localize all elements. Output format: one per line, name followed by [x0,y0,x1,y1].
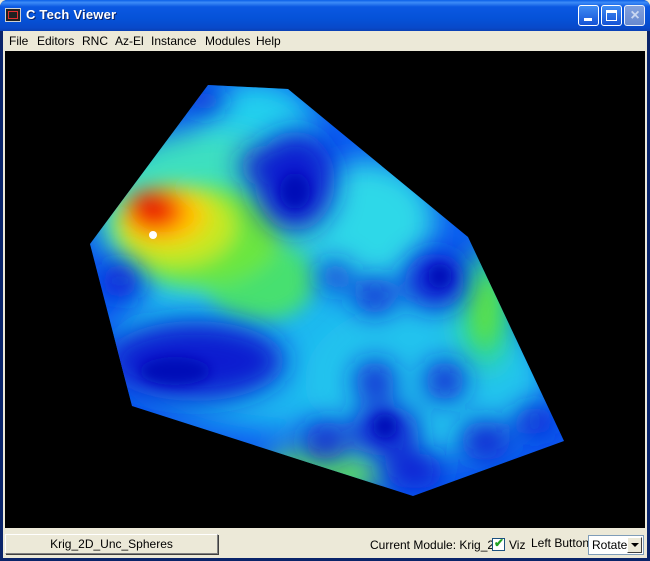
menu-bar: File Editors RNC Az-El Instance Modules … [3,31,647,50]
surface-colormap [90,85,564,496]
menu-instance[interactable]: Instance [151,33,196,49]
minimize-button[interactable] [578,5,599,26]
app-icon[interactable] [5,8,21,22]
check-icon: ✔ [494,536,505,550]
menu-az-el[interactable]: Az-El [115,33,144,49]
chevron-down-icon[interactable] [627,537,642,553]
menu-file[interactable]: File [9,33,28,49]
left-button-label: Left Button [531,536,590,550]
krig-surface-render[interactable] [5,51,645,528]
title-bar[interactable]: C Tech Viewer × [0,0,650,31]
3d-viewport[interactable] [5,51,645,528]
maximize-button[interactable] [601,5,622,26]
menu-editors[interactable]: Editors [37,33,74,49]
maximize-icon [606,10,617,21]
window-title: C Tech Viewer [26,7,117,22]
minimize-icon [584,18,592,21]
application-window: C Tech Viewer × File Editors RNC Az-El I… [0,0,650,561]
viz-checkbox[interactable]: ✔ [492,536,505,551]
menu-help[interactable]: Help [256,33,281,49]
client-area: File Editors RNC Az-El Instance Modules … [3,31,647,558]
menu-rnc[interactable]: RNC [82,33,108,49]
close-button[interactable]: × [624,5,645,26]
viz-label: Viz [509,538,526,552]
menu-modules[interactable]: Modules [205,33,250,49]
left-button-mode-select[interactable]: Rotate [588,535,644,555]
close-icon: × [630,7,640,24]
left-button-mode-value: Rotate [592,538,628,552]
module-button[interactable]: Krig_2D_Unc_Spheres [5,534,218,554]
status-bar: Krig_2D_Unc_Spheres Current Module: Krig… [3,530,647,558]
selected-sample-marker[interactable] [149,231,157,239]
current-module-label: Current Module: Krig_2D [370,538,503,552]
